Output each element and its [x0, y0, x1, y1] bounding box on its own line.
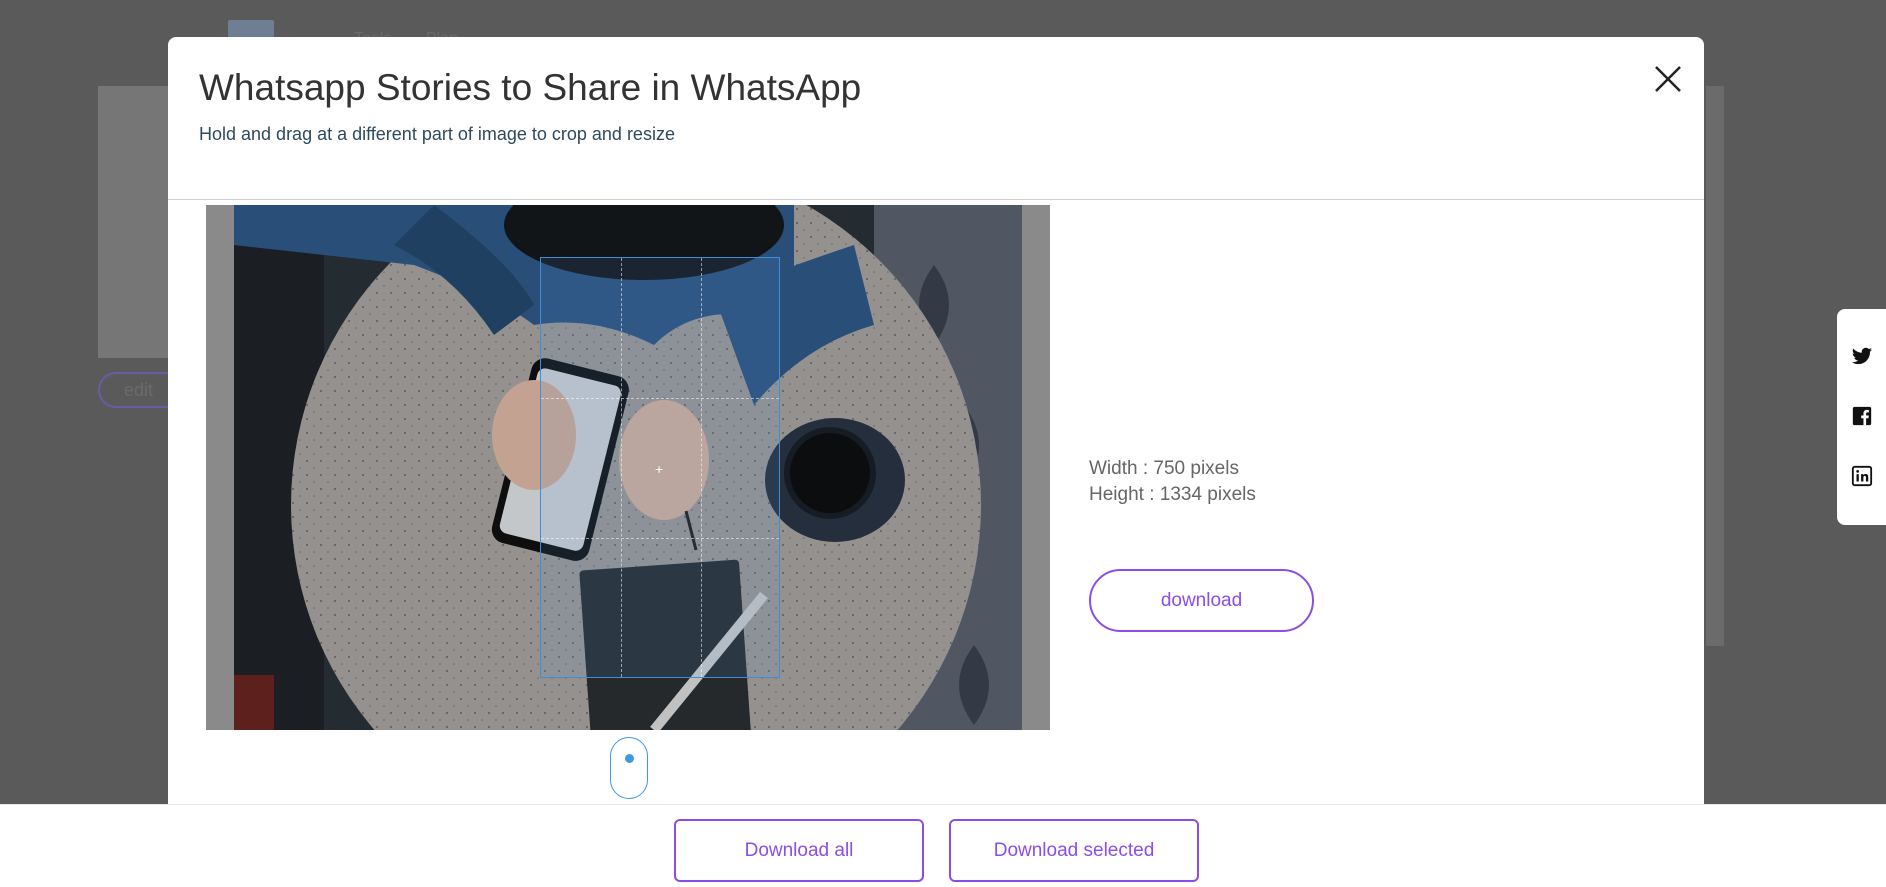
linkedin-icon: [1851, 465, 1873, 487]
download-all-button[interactable]: Download all: [674, 819, 924, 882]
crop-modal: Whatsapp Stories to Share in WhatsApp Ho…: [168, 37, 1704, 887]
crop-guide-line: [621, 258, 622, 677]
close-icon: [1655, 66, 1681, 92]
height-value: Height : 1334 pixels: [1089, 484, 1256, 505]
background-card: [1706, 86, 1724, 646]
crop-guide-line: [701, 258, 702, 677]
facebook-icon: [1852, 406, 1872, 426]
crop-center-marker: +: [655, 461, 664, 477]
download-button[interactable]: download: [1089, 569, 1314, 632]
crop-guide-line: [541, 538, 779, 539]
social-share-panel: [1837, 309, 1886, 525]
modal-subtitle: Hold and drag at a different part of ima…: [199, 124, 675, 144]
twitter-share-button[interactable]: [1851, 345, 1873, 367]
crop-guide-line: [541, 398, 779, 399]
scroll-indicator[interactable]: [610, 737, 648, 799]
width-value: Width : 750 pixels: [1089, 458, 1239, 479]
facebook-share-button[interactable]: [1851, 405, 1873, 427]
bottom-action-bar: Download all Download selected: [0, 804, 1886, 887]
download-selected-button[interactable]: Download selected: [949, 819, 1199, 882]
modal-title: Whatsapp Stories to Share in WhatsApp: [199, 67, 862, 108]
source-photo: +: [234, 205, 1022, 730]
scroll-indicator-dot: [625, 754, 634, 763]
background-card: [98, 86, 168, 358]
crop-selection-box[interactable]: +: [540, 257, 780, 678]
linkedin-share-button[interactable]: [1851, 465, 1873, 487]
modal-divider: [168, 199, 1704, 200]
twitter-icon: [1851, 347, 1873, 365]
crop-dimensions-info: Width : 750 pixels Height : 1334 pixels: [1089, 456, 1256, 508]
crop-canvas[interactable]: +: [206, 205, 1050, 730]
close-button[interactable]: [1648, 59, 1688, 99]
